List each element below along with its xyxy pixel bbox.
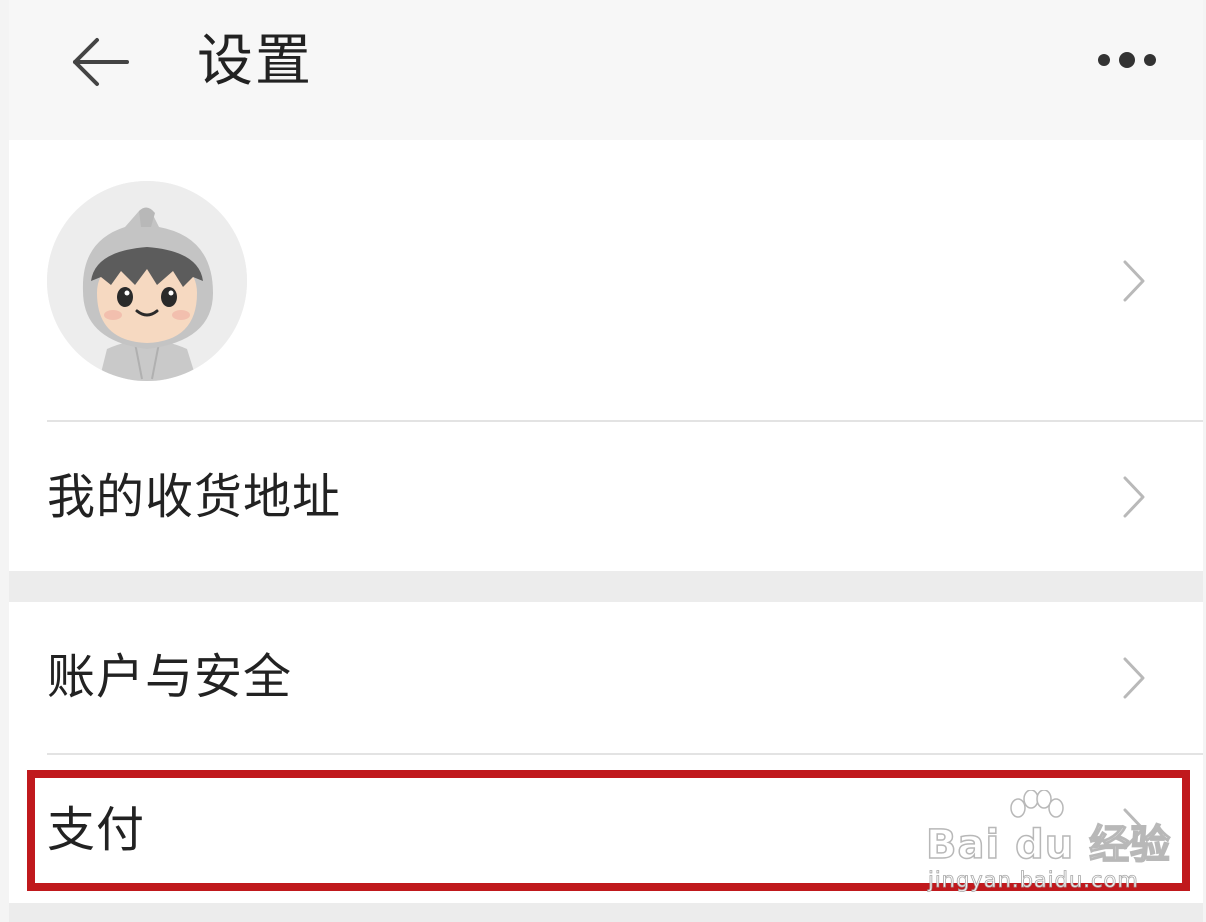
more-dots-icon <box>1098 52 1156 68</box>
settings-item-label: 我的收货地址 <box>47 469 342 525</box>
frame-edge-left <box>0 0 9 922</box>
cartoon-avatar-icon <box>47 181 247 381</box>
chevron-right-icon <box>1123 657 1145 699</box>
settings-item-label: 账户与安全 <box>47 649 293 705</box>
settings-item-security[interactable]: 账户与安全 <box>9 602 1203 753</box>
arrow-left-icon <box>73 38 129 86</box>
chevron-right-icon <box>1123 476 1145 518</box>
highlight-annotation-box <box>27 770 1190 891</box>
avatar <box>47 181 247 381</box>
profile-row[interactable] <box>9 140 1203 420</box>
back-button[interactable] <box>69 30 139 94</box>
more-options-button[interactable] <box>1089 40 1175 80</box>
settings-group-profile: 我的收货地址 <box>9 140 1203 571</box>
chevron-right-icon <box>1123 260 1145 302</box>
page-title: 设置 <box>197 29 313 94</box>
top-navigation-bar: 设置 <box>9 0 1203 140</box>
settings-item-address[interactable]: 我的收货地址 <box>9 422 1203 571</box>
